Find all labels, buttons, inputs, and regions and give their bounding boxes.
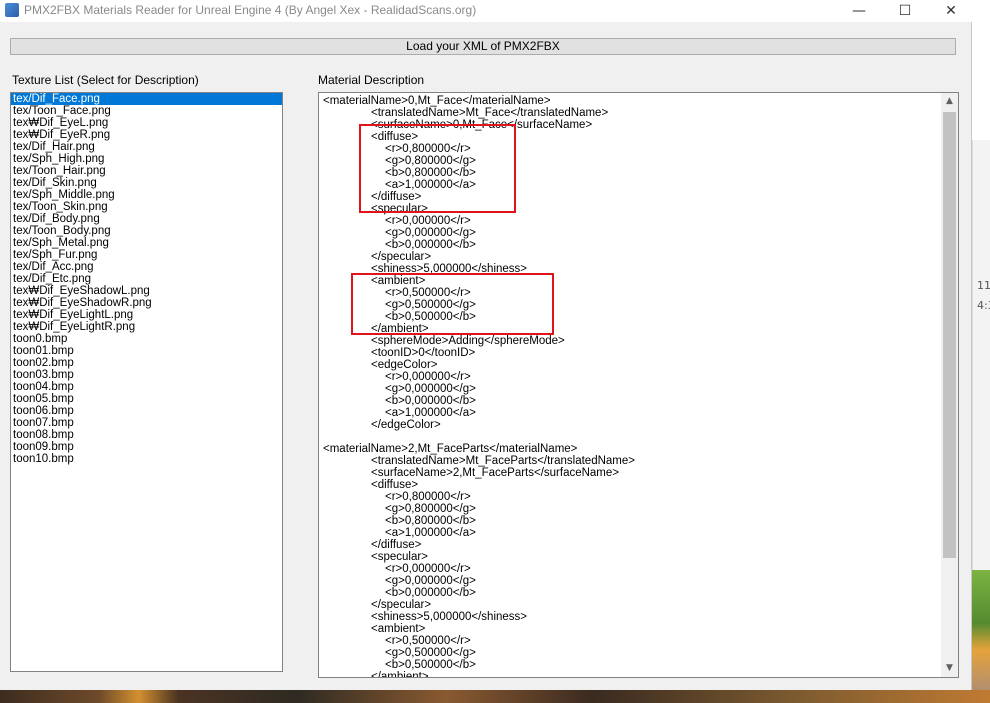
xml-line: <sphereMode>Adding</sphereMode>: [371, 335, 565, 347]
xml-line: <a>1,000000</a>: [385, 407, 476, 419]
xml-line: <b>0,500000</b>: [385, 659, 476, 671]
texture-list-item[interactable]: tex/Toon_Hair.png: [11, 165, 282, 177]
ambient-highlight-box: [351, 273, 554, 335]
xml-line: <g>0,000000</g>: [385, 227, 476, 239]
texture-list-item[interactable]: tex/Dif_Face.png: [11, 93, 282, 105]
xml-line: <r>0,000000</r>: [385, 563, 471, 575]
texture-list-item[interactable]: toon06.bmp: [11, 405, 282, 417]
xml-line: <a>1,000000</a>: [385, 527, 476, 539]
background-text-2: 4:3: [977, 299, 990, 312]
texture-list-item[interactable]: toon05.bmp: [11, 393, 282, 405]
diffuse-highlight-box: [359, 124, 516, 213]
texture-list-item[interactable]: toon09.bmp: [11, 441, 282, 453]
maximize-button[interactable]: ☐: [882, 0, 928, 22]
xml-line: <b>0,000000</b>: [385, 587, 476, 599]
texture-list-item[interactable]: tex/Toon_Skin.png: [11, 201, 282, 213]
texture-list-item[interactable]: toon03.bmp: [11, 369, 282, 381]
minimize-button[interactable]: —: [836, 0, 882, 22]
xml-line: <ambient>: [371, 623, 426, 635]
material-description-label: Material Description: [318, 73, 425, 87]
xml-line: <b>0,000000</b>: [385, 395, 476, 407]
xml-line: <materialName>2,Mt_FaceParts</materialNa…: [323, 443, 578, 455]
texture-list-item[interactable]: toon10.bmp: [11, 453, 282, 465]
texture-list-item[interactable]: tex/Sph_High.png: [11, 153, 282, 165]
texture-list-label: Texture List (Select for Description): [12, 73, 199, 87]
texture-list-item[interactable]: tex₩Dif_EyeShadowL.png: [11, 285, 282, 297]
xml-line: <r>0,500000</r>: [385, 635, 471, 647]
texture-list-item[interactable]: tex/Toon_Face.png: [11, 105, 282, 117]
material-description-textbox[interactable]: <materialName>0,Mt_Face</materialName> <t…: [318, 92, 959, 678]
vertical-scrollbar[interactable]: ▲ ▼: [941, 93, 958, 677]
xml-line: <materialName>0,Mt_Face</materialName>: [323, 95, 551, 107]
window-title: PMX2FBX Materials Reader for Unreal Engi…: [24, 3, 477, 17]
app-icon: [5, 3, 19, 17]
xml-line: </ambient>: [371, 671, 429, 678]
xml-line: <diffuse>: [371, 479, 419, 491]
texture-list-item[interactable]: tex/Dif_Skin.png: [11, 177, 282, 189]
xml-line: <specular>: [371, 551, 428, 563]
texture-list-item[interactable]: tex₩Dif_EyeL.png: [11, 117, 282, 129]
texture-list-item[interactable]: tex/Sph_Middle.png: [11, 189, 282, 201]
texture-list-item[interactable]: tex/Dif_Etc.png: [11, 273, 282, 285]
xml-line: </edgeColor>: [371, 419, 441, 431]
xml-line: </specular>: [371, 251, 432, 263]
texture-list-item[interactable]: toon04.bmp: [11, 381, 282, 393]
xml-line: <r>0,800000</r>: [385, 491, 471, 503]
xml-line: <g>0,500000</g>: [385, 647, 476, 659]
app-window: PMX2FBX Materials Reader for Unreal Engi…: [0, 0, 972, 690]
texture-list-item[interactable]: tex/Dif_Hair.png: [11, 141, 282, 153]
texture-list-item[interactable]: tex/Toon_Body.png: [11, 225, 282, 237]
xml-line: </specular>: [371, 599, 432, 611]
texture-list-item[interactable]: tex₩Dif_EyeLightL.png: [11, 309, 282, 321]
background-text-1: 11: [977, 279, 990, 292]
texture-list-item[interactable]: toon07.bmp: [11, 417, 282, 429]
texture-list-item[interactable]: tex₩Dif_EyeLightR.png: [11, 321, 282, 333]
desktop-background-bottom: [0, 690, 990, 703]
scroll-down-icon[interactable]: ▼: [941, 660, 958, 677]
xml-line: <g>0,000000</g>: [385, 383, 476, 395]
texture-list-item[interactable]: toon0.bmp: [11, 333, 282, 345]
texture-list-item[interactable]: tex₩Dif_EyeShadowR.png: [11, 297, 282, 309]
xml-line: <g>0,800000</g>: [385, 503, 476, 515]
scroll-thumb[interactable]: [943, 112, 956, 558]
texture-list-item[interactable]: tex/Sph_Fur.png: [11, 249, 282, 261]
texture-listbox[interactable]: tex/Dif_Face.png tex/Toon_Face.png tex₩Dif…: [10, 92, 283, 672]
title-bar[interactable]: PMX2FBX Materials Reader for Unreal Engi…: [0, 0, 972, 22]
texture-list-item[interactable]: tex/Dif_Acc.png: [11, 261, 282, 273]
close-button[interactable]: ✕: [928, 0, 974, 22]
xml-line: </diffuse>: [371, 539, 422, 551]
xml-line: <translatedName>Mt_FaceParts</translated…: [371, 455, 635, 467]
texture-list-item[interactable]: tex₩Dif_EyeR.png: [11, 129, 282, 141]
load-xml-button[interactable]: Load your XML of PMX2FBX: [10, 38, 956, 55]
texture-list-item[interactable]: toon01.bmp: [11, 345, 282, 357]
xml-line: <shiness>5,000000</shiness>: [371, 611, 528, 623]
texture-list-item[interactable]: tex/Sph_Metal.png: [11, 237, 282, 249]
xml-line: <r>0,000000</r>: [385, 371, 471, 383]
texture-list-item[interactable]: toon08.bmp: [11, 429, 282, 441]
texture-list-item[interactable]: tex/Dif_Body.png: [11, 213, 282, 225]
xml-line: <toonID>0</toonID>: [371, 347, 476, 359]
background-artwork: [972, 570, 990, 703]
background-panel: [972, 140, 990, 570]
texture-list-item[interactable]: toon02.bmp: [11, 357, 282, 369]
xml-line: <translatedName>Mt_Face</translatedName>: [371, 107, 609, 119]
xml-line: <b>0,000000</b>: [385, 239, 476, 251]
xml-line: <edgeColor>: [371, 359, 438, 371]
xml-line: <surfaceName>2,Mt_FaceParts</surfaceName…: [371, 467, 620, 479]
xml-line: <b>0,800000</b>: [385, 515, 476, 527]
desktop-background-right: 11 4:3: [972, 0, 990, 703]
xml-line: <r>0,000000</r>: [385, 215, 471, 227]
scroll-up-icon[interactable]: ▲: [941, 93, 958, 110]
xml-line: <g>0,000000</g>: [385, 575, 476, 587]
